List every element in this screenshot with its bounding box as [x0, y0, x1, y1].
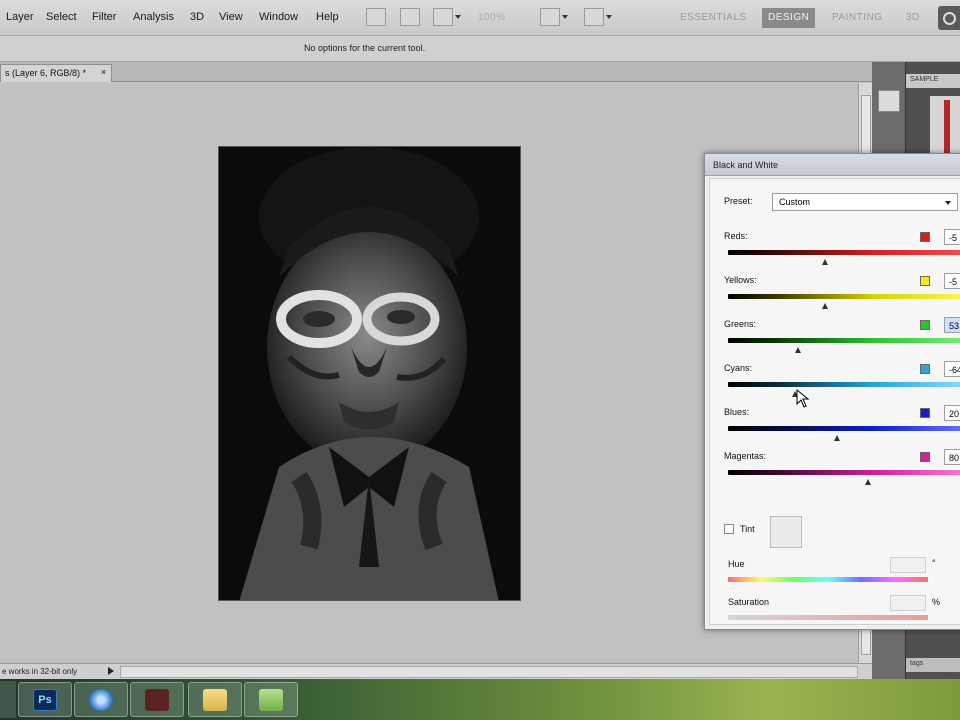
screen-mode-icon[interactable] — [584, 8, 612, 26]
preset-select[interactable]: Custom — [772, 193, 958, 211]
tint-checkbox[interactable] — [724, 524, 734, 534]
magentas-slider-thumb[interactable] — [865, 476, 871, 485]
yellows-slider-thumb[interactable] — [822, 300, 828, 309]
hue-label: Hue — [728, 559, 745, 569]
workspace-design[interactable]: DESIGN — [762, 8, 816, 28]
reds-value[interactable]: -5 — [944, 229, 960, 245]
yellows-swatch — [920, 276, 930, 286]
preset-label: Preset: — [724, 196, 753, 206]
yellows-label: Yellows: — [724, 275, 757, 285]
hue-unit: ° — [932, 558, 936, 568]
menu-layer[interactable]: Layer — [6, 11, 34, 23]
document-tab-title: s (Layer 6, RGB/8) * — [5, 68, 87, 78]
menu-filter[interactable]: Filter — [92, 11, 116, 23]
magentas-value[interactable]: 80 — [944, 449, 960, 465]
dialog-title[interactable]: Black and White — [705, 154, 960, 176]
taskbar-sticky-notes[interactable] — [244, 682, 298, 717]
taskbar-media[interactable] — [130, 682, 184, 717]
status-menu-arrow-icon[interactable] — [108, 667, 118, 675]
blues-swatch — [920, 408, 930, 418]
magentas-slider-track[interactable] — [728, 470, 960, 475]
menu-3d[interactable]: 3D — [190, 11, 204, 23]
taskbar-itunes[interactable] — [74, 682, 128, 717]
options-bar-text: No options for the current tool. — [304, 43, 426, 53]
cyans-label: Cyans: — [724, 363, 753, 373]
reds-swatch — [920, 232, 930, 242]
greens-value[interactable]: 53 — [944, 317, 960, 333]
taskbar-explorer[interactable] — [188, 682, 242, 717]
menu-view[interactable]: View — [219, 11, 243, 23]
reds-label: Reds: — [724, 231, 748, 241]
hue-slider-track[interactable] — [728, 577, 928, 582]
options-bar: No options for the current tool. — [0, 36, 960, 62]
photoshop-icon: Ps — [33, 689, 57, 711]
cyans-value[interactable]: -64 — [944, 361, 960, 377]
status-bar: e works in 32-bit only — [0, 663, 872, 679]
start-button[interactable] — [0, 681, 16, 718]
close-icon[interactable]: × — [101, 67, 106, 77]
photoshop-window: Layer Select Filter Analysis 3D View Win… — [0, 0, 960, 720]
dialog-body: Preset: Custom Reds: -5 Yellows: -5 Gree… — [709, 178, 960, 625]
yellows-value[interactable]: -5 — [944, 273, 960, 289]
folder-icon — [203, 689, 227, 711]
cyans-swatch — [920, 364, 930, 374]
windows-taskbar: Ps — [0, 679, 960, 720]
yellows-slider-track[interactable] — [728, 294, 960, 299]
menu-window[interactable]: Window — [259, 11, 298, 23]
minibridge-icon[interactable] — [400, 8, 420, 26]
taskbar-photoshop[interactable]: Ps — [18, 682, 72, 717]
workspace-essentials[interactable]: ESSENTIALS — [680, 8, 747, 28]
saturation-slider-track[interactable] — [728, 615, 928, 620]
document-tab-bar: s (Layer 6, RGB/8) * × — [0, 62, 872, 82]
greens-slider-thumb[interactable] — [795, 344, 801, 353]
saturation-field[interactable] — [890, 595, 926, 611]
magentas-label: Magentas: — [724, 451, 767, 461]
reds-slider-track[interactable] — [728, 250, 960, 255]
document-tab[interactable]: s (Layer 6, RGB/8) * × — [0, 64, 112, 82]
menu-bar: Layer Select Filter Analysis 3D View Win… — [0, 0, 960, 36]
zoom-level[interactable]: 100% — [478, 8, 506, 28]
greens-label: Greens: — [724, 319, 757, 329]
reds-slider-thumb[interactable] — [822, 256, 828, 265]
document-image[interactable] — [218, 146, 521, 601]
menu-help[interactable]: Help — [316, 11, 339, 23]
panel-bottom-tab[interactable]: tags — [906, 658, 960, 672]
bridge-icon[interactable] — [366, 8, 386, 26]
black-and-white-dialog: Black and White Preset: Custom Reds: -5 … — [704, 153, 960, 630]
saturation-label: Saturation — [728, 597, 770, 607]
arrange-documents-icon[interactable] — [540, 8, 568, 26]
media-player-icon — [145, 689, 169, 711]
panel-tab[interactable]: SAMPLE — [906, 74, 960, 88]
tint-label: Tint — [740, 524, 755, 534]
workspace-painting[interactable]: PAINTING — [832, 8, 882, 28]
hue-field[interactable] — [890, 557, 926, 573]
cs-live-search-icon[interactable] — [938, 6, 960, 30]
mouse-cursor-icon — [796, 389, 810, 408]
greens-swatch — [920, 320, 930, 330]
itunes-icon — [89, 689, 113, 711]
magentas-swatch — [920, 452, 930, 462]
sticky-notes-icon — [259, 689, 283, 711]
menu-select[interactable]: Select — [46, 11, 77, 23]
greens-slider-track[interactable] — [728, 338, 960, 343]
horizontal-scrollbar[interactable] — [120, 666, 858, 678]
view-extras-icon[interactable] — [433, 8, 461, 26]
portrait-photo — [219, 147, 520, 600]
blues-value[interactable]: 20 — [944, 405, 960, 421]
blues-slider-track[interactable] — [728, 426, 960, 431]
blues-label: Blues: — [724, 407, 750, 417]
panel-collapsed-icon[interactable] — [878, 90, 900, 112]
cyans-slider-track[interactable] — [728, 382, 960, 387]
workspace-3d[interactable]: 3D — [906, 8, 920, 28]
menu-analysis[interactable]: Analysis — [133, 11, 174, 23]
tint-color-swatch[interactable] — [770, 516, 802, 548]
saturation-unit: % — [932, 597, 941, 607]
blues-slider-thumb[interactable] — [834, 432, 840, 441]
status-text: e works in 32-bit only — [2, 667, 78, 676]
